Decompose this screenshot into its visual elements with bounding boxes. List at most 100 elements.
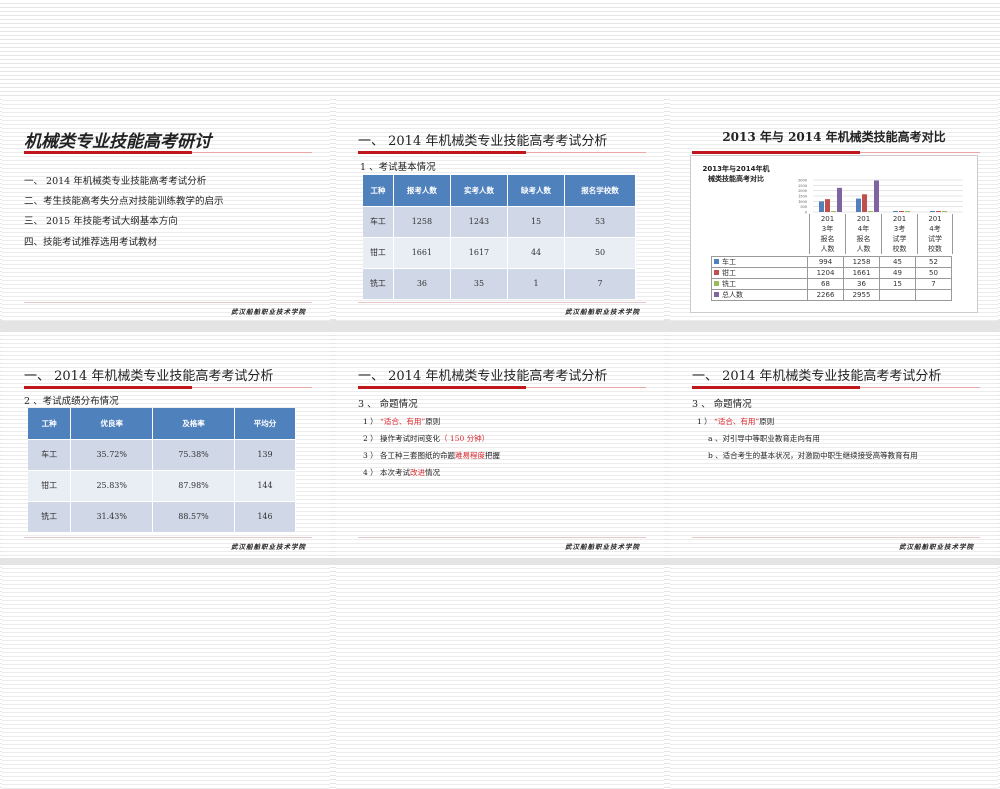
bar-plot: 300025002000 15001000500 0 (798, 179, 963, 215)
bar-车工 (893, 211, 898, 212)
cell: 1617 (450, 237, 509, 269)
table-row: 铣工 36 35 1 7 (363, 268, 636, 300)
data-label: 15 (879, 278, 916, 290)
data-label: 994 (807, 256, 844, 268)
title-rule (860, 152, 980, 153)
bar-铣工 (831, 211, 836, 212)
item-text: 1 ） (697, 417, 715, 426)
item-text: 4 ） 本次考试 (363, 468, 411, 477)
cell: 144 (234, 470, 297, 502)
data-label: 2955 (843, 289, 880, 301)
cell: 1258 (393, 206, 451, 238)
slide-title: 一、 2014 年机械类专业技能高考考试分析 (692, 369, 942, 384)
title-underline (24, 151, 192, 154)
cell: 35 (450, 268, 509, 300)
cell: 44 (507, 237, 566, 269)
chart-data-table: 车工 994 1258 45 52 钳工 1204 1661 49 50 铣工 68 36 15 7 总人数 2… (711, 256, 952, 301)
slide-2-thumbnail[interactable]: 一、 2014 年机械类专业技能高考考试分析 1 、考试基本情况 工种 报考人数实… (336, 97, 664, 321)
footer-school: 武汉船舶职业技术学院 (231, 308, 306, 316)
data-label: 1204 (807, 267, 844, 279)
slide-title: 一、 2014 年机械类专业技能高考考试分析 (358, 134, 608, 149)
footer-school: 武汉船舶职业技术学院 (899, 543, 974, 551)
footer-rule (358, 302, 646, 303)
data-label (915, 289, 952, 301)
category-label: 2014考试学校数 (917, 214, 953, 254)
slide-8-thumbnail[interactable] (336, 565, 664, 789)
bar-车工 (930, 211, 935, 212)
cell: 36 (393, 268, 451, 300)
outline-item: 四、技能考试推荐选用考试教材 (24, 237, 158, 248)
cell: 88.57% (152, 501, 235, 533)
bar-总人数 (874, 180, 879, 212)
slide-title: 一、 2014 年机械类专业技能高考考试分析 (24, 369, 274, 384)
cell: 1661 (393, 237, 451, 269)
data-label: 7 (915, 278, 952, 290)
footer-school: 武汉船舶职业技术学院 (231, 543, 306, 551)
list-item: 3 ） 各工种三套图纸的命题难易程度把握 (363, 450, 500, 461)
subtitle: 3 、 命题情况 (358, 399, 418, 410)
cell: 1 (507, 268, 566, 300)
sub-item: b 、适合考生的基本状况，对激励中职生继续接受高等教育有用 (708, 451, 918, 460)
bar-钳工 (899, 211, 904, 212)
footer-school: 武汉船舶职业技术学院 (565, 543, 640, 551)
slide-6-thumbnail[interactable]: 一、 2014 年机械类专业技能高考考试分析 3 、 命题情况 1 ） “适合、… (670, 332, 998, 556)
footer-rule (692, 537, 980, 538)
cell: 87.98% (152, 470, 235, 502)
footer-rule (24, 537, 312, 538)
bar-铣工 (905, 211, 910, 212)
th: 实考人数 (450, 175, 509, 207)
data-label: 45 (879, 256, 916, 268)
legend-label: 铣工 (722, 280, 736, 288)
table-row: 钳工 1661 1617 44 50 (363, 237, 636, 269)
footer-rule (24, 302, 312, 303)
cell: 7 (564, 268, 636, 300)
th: 优良率 (70, 408, 154, 440)
slide-4-thumbnail[interactable]: 一、 2014 年机械类专业技能高考考试分析 2 、考试成绩分布情况 工种 优良率… (2, 332, 330, 556)
slide-title: 一、 2014 年机械类专业技能高考考试分析 (358, 369, 608, 384)
slide-1-thumbnail[interactable]: 机械类专业技能高考研讨 一、 2014 年机械类专业技能高考考试分析 二、考生技… (2, 97, 330, 321)
cell: 25.83% (70, 470, 154, 502)
slide-5-thumbnail[interactable]: 一、 2014 年机械类专业技能高考考试分析 3 、 命题情况 1 ） “适合、… (336, 332, 664, 556)
subtitle: 3 、 命题情况 (692, 399, 752, 410)
cell: 车工 (28, 439, 72, 471)
bar-钳工 (862, 194, 867, 212)
slide-9-thumbnail[interactable] (670, 565, 998, 789)
title-underline (692, 386, 860, 389)
title-rule (526, 152, 646, 153)
slide-3-thumbnail[interactable]: 2013 年与 2014 年机械类技能高考对比 2013年与2014年机械类技能… (670, 97, 998, 321)
data-label (879, 289, 916, 301)
cell: 铣工 (363, 268, 394, 300)
legend-label: 钳工 (722, 269, 736, 277)
data-label: 36 (843, 278, 880, 290)
row-gap (0, 558, 1000, 565)
cell: 1243 (450, 206, 509, 238)
title-rule (860, 387, 980, 388)
item-highlight: 难易程度 (455, 451, 486, 460)
list-item: 1 ） “适合、有用”原则 (363, 416, 440, 427)
title-underline (358, 151, 526, 154)
sub-item: a 、对引导中等职业教育走向有用 (708, 434, 820, 443)
cell: 钳工 (28, 470, 72, 502)
legend-swatch (714, 281, 719, 286)
item-highlight: “适合、有用” (380, 417, 426, 426)
bar-铣工 (942, 211, 947, 212)
footer-school: 武汉船舶职业技术学院 (565, 308, 640, 316)
item-highlight: （ 150 分钟） (440, 434, 490, 443)
legend-swatch (714, 259, 719, 264)
bar-车工 (819, 201, 824, 212)
category-labels: 2013年报名人数 2014年报名人数 2013考试学校数 2014考试学校数 (809, 214, 953, 254)
item-text: 情况 (425, 468, 441, 477)
th: 缺考人数 (507, 175, 566, 207)
series-legend: 总人数 (711, 289, 808, 301)
y-tick-label: 0 (805, 211, 807, 215)
y-tick-label: 2000 (798, 189, 807, 193)
exam-basic-table: 工种 报考人数 实考人数 缺考人数 报名学校数 车工 1258 1243 15 53 钳工 166… (363, 175, 636, 300)
cell: 53 (564, 206, 636, 238)
slide-title: 2013 年与 2014 年机械类技能高考对比 (722, 130, 946, 144)
title-underline (692, 151, 860, 154)
outline-item: 二、考生技能高考失分点对技能训练教学的启示 (24, 196, 224, 207)
series-legend: 车工 (711, 256, 808, 268)
bar-车工 (856, 198, 861, 212)
score-table: 工种 优良率 及格率 平均分 车工 35.72% 75.38% 139 钳工 25.83% 87… (28, 408, 297, 533)
slide-7-thumbnail[interactable] (2, 565, 330, 789)
